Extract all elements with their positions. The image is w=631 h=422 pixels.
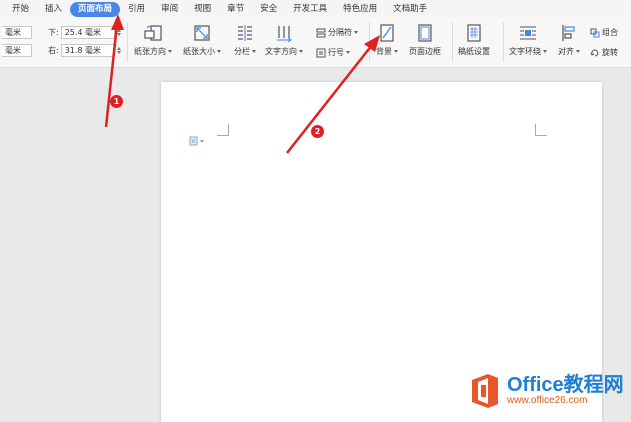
columns-button[interactable]: 分栏 xyxy=(234,23,256,57)
tab-9[interactable]: 特色应用 xyxy=(335,2,385,17)
paper-size-icon xyxy=(194,25,210,41)
margin-top-field[interactable]: 毫米 xyxy=(2,26,32,39)
office-logo-icon xyxy=(472,374,498,408)
group-label: 组合 xyxy=(602,28,618,37)
text-wrap-button[interactable]: 文字环绕 xyxy=(509,23,547,57)
margin-top-unit[interactable]: 毫米 xyxy=(2,26,32,39)
margin-bottom-spinner[interactable] xyxy=(116,26,122,39)
group-button[interactable]: 组合 xyxy=(590,27,618,38)
page-border-label: 页面边框 xyxy=(409,47,441,56)
separator xyxy=(503,22,504,62)
tab-1[interactable]: 插入 xyxy=(37,2,70,17)
watermark-url: www.office26.com xyxy=(507,395,588,406)
tab-7[interactable]: 安全 xyxy=(252,2,285,17)
line-numbers-label: 行号 xyxy=(328,48,344,57)
margin-right-field[interactable]: 右: 31.8 毫米 xyxy=(48,44,122,57)
background-button[interactable]: 背景 xyxy=(376,23,398,57)
margin-left-unit[interactable]: 毫米 xyxy=(2,44,32,57)
rotate-icon xyxy=(590,49,599,56)
step-badge-1: 1 xyxy=(110,95,123,108)
ribbon-panel: 毫米 下: 25.4 毫米 毫米 右: 31.8 毫米 纸张方向 纸张大小 分栏… xyxy=(0,18,631,68)
text-wrap-label: 文字环绕 xyxy=(509,47,541,56)
paper-size-button[interactable]: 纸张大小 xyxy=(183,23,221,57)
tab-10[interactable]: 文档助手 xyxy=(385,2,435,17)
orientation-button[interactable]: 纸张方向 xyxy=(134,23,172,57)
background-icon xyxy=(380,24,394,42)
text-direction-label: 文字方向 xyxy=(265,47,297,56)
document-area xyxy=(0,68,631,422)
line-numbers-button[interactable]: 行号 xyxy=(316,47,350,58)
breaks-icon xyxy=(316,28,326,37)
tab-3[interactable]: 引用 xyxy=(120,2,153,17)
text-direction-button[interactable]: 文字方向 xyxy=(265,23,303,57)
line-numbers-icon xyxy=(316,48,326,57)
background-label: 背景 xyxy=(376,47,392,56)
separator xyxy=(127,22,128,62)
tab-8[interactable]: 开发工具 xyxy=(285,2,335,17)
separator xyxy=(452,22,453,62)
tab-2[interactable]: 页面布局 xyxy=(70,1,121,17)
columns-icon xyxy=(238,25,252,41)
margin-right-input[interactable]: 31.8 毫米 xyxy=(60,44,115,57)
tab-6[interactable]: 章节 xyxy=(219,2,252,17)
margin-bottom-field[interactable]: 下: 25.4 毫米 xyxy=(48,26,122,39)
step-badge-2: 2 xyxy=(311,125,324,138)
watermark-title: Office教程网 xyxy=(507,374,624,396)
breaks-label: 分隔符 xyxy=(328,28,352,37)
ribbon-tab-bar: 开始 插入 页面布局 引用 审阅 视图 章节 安全 开发工具 特色应用 文档助手 xyxy=(0,0,631,18)
columns-label: 分栏 xyxy=(234,47,250,56)
watermark: Office教程网 www.office26.com xyxy=(468,372,624,410)
breaks-button[interactable]: 分隔符 xyxy=(316,27,358,38)
manuscript-settings-button[interactable]: 稿纸设置 xyxy=(458,23,490,57)
group-icon xyxy=(590,28,600,37)
align-icon xyxy=(562,25,575,41)
separator xyxy=(369,22,370,62)
tab-4[interactable]: 审阅 xyxy=(153,2,186,17)
clipboard-icon xyxy=(189,136,198,146)
text-wrap-icon xyxy=(520,26,536,40)
paste-options-icon[interactable] xyxy=(189,136,204,146)
margin-left-field[interactable]: 毫米 xyxy=(2,44,32,57)
margin-right-label: 右: xyxy=(48,46,59,55)
tab-0[interactable]: 开始 xyxy=(4,2,37,17)
align-label: 对齐 xyxy=(558,47,574,56)
orientation-label: 纸张方向 xyxy=(134,47,166,56)
margin-corner-top-right xyxy=(535,124,547,136)
manuscript-label: 稿纸设置 xyxy=(458,47,490,56)
paper-size-label: 纸张大小 xyxy=(183,47,215,56)
document-page[interactable] xyxy=(161,82,602,422)
margin-bottom-label: 下: xyxy=(48,28,59,37)
manuscript-icon xyxy=(467,24,481,42)
page-border-button[interactable]: 页面边框 xyxy=(409,23,441,57)
align-button[interactable]: 对齐 xyxy=(558,23,580,57)
tab-5[interactable]: 视图 xyxy=(186,2,219,17)
rotate-label: 旋转 xyxy=(602,48,618,57)
orientation-icon xyxy=(144,25,162,41)
margin-corner-top-left xyxy=(217,124,229,136)
margin-right-spinner[interactable] xyxy=(116,44,122,57)
rotate-button[interactable]: 旋转 xyxy=(590,47,618,58)
margin-bottom-input[interactable]: 25.4 毫米 xyxy=(60,26,115,39)
text-direction-icon xyxy=(277,26,292,43)
page-border-icon xyxy=(418,24,432,42)
